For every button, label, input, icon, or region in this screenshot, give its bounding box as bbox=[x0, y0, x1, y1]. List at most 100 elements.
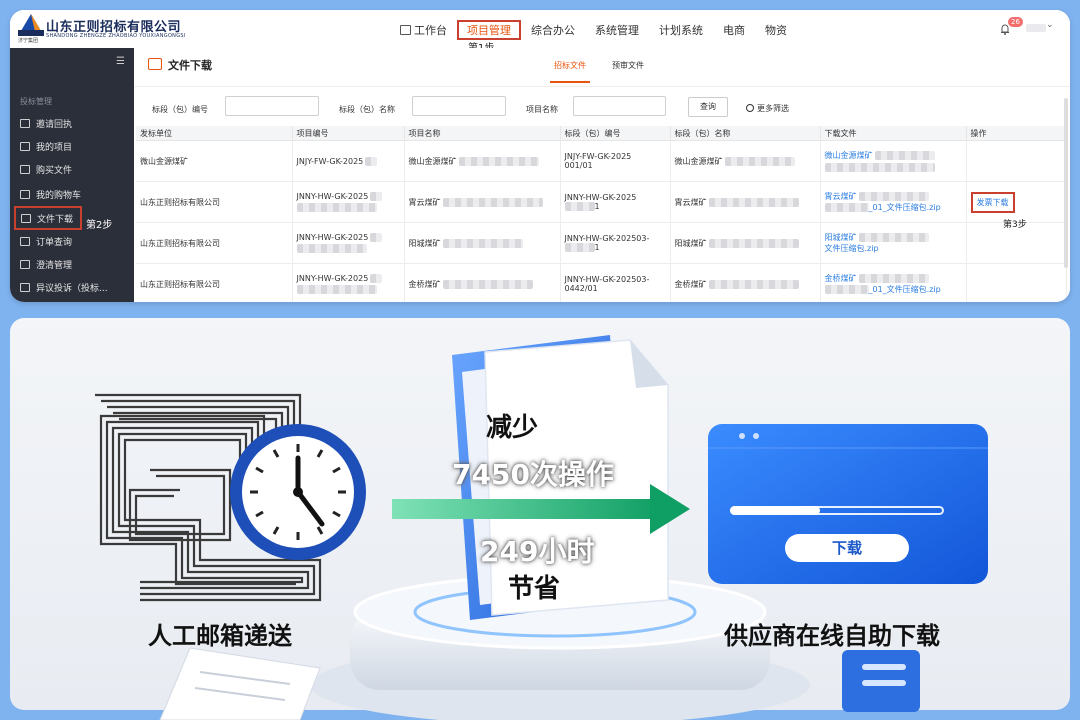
redacted-block bbox=[708, 197, 799, 207]
step2-annotation: 第2步 bbox=[86, 220, 113, 231]
section-name-input[interactable] bbox=[412, 96, 506, 116]
project-name-label: 项目名称 bbox=[526, 105, 558, 114]
cell-project-no: JNJY-FW-GK-2025 bbox=[292, 140, 405, 182]
file-link[interactable]: _01_文件压缩包.zip bbox=[869, 285, 941, 294]
cell-file: 阳城煤矿文件压缩包.zip bbox=[820, 222, 967, 264]
cart-icon bbox=[20, 189, 30, 199]
sidebar-item-label: 邀请回执 bbox=[36, 119, 73, 130]
tab-tender-files[interactable]: 招标文件 bbox=[550, 60, 590, 83]
sidebar-item-my-projects[interactable]: 我的项目 bbox=[20, 137, 130, 155]
cell-section-name: 金桥煤矿 bbox=[670, 263, 821, 302]
tab-prequal-files[interactable]: 预审文件 bbox=[612, 60, 644, 71]
cell-project-no: JNNY-HW-GK-2025 bbox=[292, 263, 405, 302]
home-icon bbox=[21, 213, 31, 223]
file-link[interactable]: 霄云煤矿 bbox=[825, 192, 857, 201]
nav-plan[interactable]: 计划系统 bbox=[649, 20, 713, 40]
redacted-block bbox=[824, 163, 935, 172]
sidebar-item-file-download[interactable]: 文件下载 bbox=[14, 206, 82, 230]
nav-ecommerce[interactable]: 电商 bbox=[713, 20, 755, 40]
nav-office[interactable]: 综合办公 bbox=[521, 20, 585, 40]
redacted-block bbox=[824, 203, 869, 212]
file-link[interactable]: 阳城煤矿 bbox=[825, 233, 857, 242]
project-name-input[interactable] bbox=[573, 96, 666, 116]
sidebar-item-buy-files[interactable]: 购买文件 bbox=[20, 160, 130, 178]
column-header: 操作 bbox=[966, 126, 1067, 141]
nav-system[interactable]: 系统管理 bbox=[585, 20, 649, 40]
redacted-block bbox=[858, 274, 929, 283]
column-header: 标段（包）编号 bbox=[560, 126, 671, 141]
sidebar-item-cart[interactable]: 我的购物车 bbox=[20, 185, 130, 203]
nav-label: 综合办公 bbox=[531, 24, 575, 37]
redacted-block bbox=[442, 238, 523, 248]
redacted-block bbox=[564, 202, 595, 211]
redacted-block bbox=[858, 233, 929, 242]
user-name-redacted[interactable] bbox=[1026, 24, 1046, 32]
sidebar-item-order-query[interactable]: 订单查询 bbox=[20, 232, 130, 250]
cell-text: 阳城煤矿 bbox=[408, 238, 441, 248]
reduce-label: 减少 bbox=[486, 413, 539, 443]
step3-annotation: 第3步 bbox=[1003, 220, 1027, 230]
sidebar-item-objection[interactable]: 异议投诉（投标... bbox=[20, 278, 130, 296]
section-no-label: 标段（包）编号 bbox=[152, 105, 208, 114]
scrollbar[interactable] bbox=[1064, 98, 1068, 268]
search-icon bbox=[746, 104, 754, 112]
cell-section-no: JNJY-FW-GK-2025 001/01 bbox=[560, 140, 671, 182]
nav-project-management[interactable]: 项目管理 bbox=[457, 20, 521, 40]
cell-project-name: 微山金源煤矿 bbox=[404, 140, 561, 182]
file-link[interactable]: 文件压缩包.zip bbox=[825, 244, 879, 253]
cell-text: 霄云煤矿 bbox=[408, 197, 441, 207]
nav-workbench[interactable]: 工作台 bbox=[390, 20, 457, 40]
sidebar-item-label: 购买文件 bbox=[36, 165, 73, 176]
list-icon bbox=[20, 259, 30, 269]
file-link[interactable]: _01_文件压缩包.zip bbox=[869, 203, 941, 212]
nav-label: 电商 bbox=[723, 24, 745, 37]
download-page-icon bbox=[148, 58, 162, 70]
section-name-label: 标段（包）名称 bbox=[339, 105, 395, 114]
file-link[interactable]: 金桥煤矿 bbox=[825, 274, 857, 283]
menu-collapse-icon[interactable]: ☰ bbox=[116, 56, 125, 67]
column-header: 项目编号 bbox=[292, 126, 405, 141]
table-row: 山东正则招标有限公司 JNNY-HW-GK-2025 霄云煤矿 JNNY-HW-… bbox=[136, 181, 1067, 223]
more-filter-label: 更多筛选 bbox=[757, 104, 789, 113]
redacted-block bbox=[296, 203, 377, 212]
cell-section-name: 阳城煤矿 bbox=[670, 222, 821, 264]
redacted-block bbox=[708, 279, 799, 289]
redacted-block bbox=[296, 244, 367, 253]
redacted-block bbox=[442, 279, 533, 289]
table-row: 微山金源煤矿 JNJY-FW-GK-2025 微山金源煤矿 JNJY-FW-GK… bbox=[136, 140, 1067, 182]
chevron-down-icon[interactable]: ⌄ bbox=[1046, 20, 1054, 30]
cell-text: 山东正则招标有限公司 bbox=[140, 279, 220, 289]
redacted-block bbox=[370, 233, 383, 242]
query-button[interactable]: 查询 bbox=[688, 97, 728, 117]
section-no-input[interactable] bbox=[225, 96, 319, 116]
sidebar-item-label: 文件下载 bbox=[37, 214, 74, 225]
table-row: 山东正则招标有限公司 JNNY-HW-GK-2025 阳城煤矿 JNNY-HW-… bbox=[136, 222, 1067, 264]
invoice-download-button[interactable]: 发票下载 bbox=[970, 191, 1015, 213]
cell-text: 0442/01 bbox=[564, 284, 598, 293]
main-content: 文件下载 招标文件 预审文件 标段（包）编号 标段（包）名称 项目名称 查询 更… bbox=[134, 48, 1070, 302]
redacted-block bbox=[370, 192, 383, 201]
app-screenshot: 济宁集团 山东正则招标有限公司 SHANDONG ZHENGZE ZHAOBIA… bbox=[10, 10, 1070, 302]
file-link[interactable]: 微山金源煤矿 bbox=[825, 151, 873, 160]
sidebar-item-label: 异议投诉（投标... bbox=[36, 283, 108, 294]
cell-project-name: 金桥煤矿 bbox=[404, 263, 561, 302]
sidebar-item-clarification[interactable]: 澄清管理 bbox=[20, 255, 130, 273]
cell-text: JNNY-HW-GK-202503- bbox=[564, 234, 650, 243]
nav-materials[interactable]: 物资 bbox=[755, 20, 797, 40]
redacted-block bbox=[365, 156, 378, 166]
download-button[interactable]: 下载 bbox=[785, 534, 909, 562]
sidebar-item-label: 订单查询 bbox=[36, 237, 73, 248]
column-header: 标段（包）名称 bbox=[670, 126, 821, 141]
operations-count: 7450次操作 bbox=[452, 458, 614, 491]
redacted-block bbox=[708, 238, 799, 248]
sidebar-item-invitation[interactable]: 邀请回执 bbox=[20, 114, 130, 132]
cell-section-name: 微山金源煤矿 bbox=[670, 140, 821, 182]
more-filter-link[interactable]: 更多筛选 bbox=[746, 103, 789, 114]
redacted-block bbox=[824, 285, 869, 294]
sidebar-item-label: 我的购物车 bbox=[36, 190, 82, 201]
cell-text: 1 bbox=[594, 202, 600, 211]
cell-text: JNNY-HW-GK-2025 bbox=[296, 233, 369, 242]
redacted-block bbox=[370, 274, 383, 283]
cell-action bbox=[966, 263, 1067, 302]
nav-label: 项目管理 bbox=[467, 24, 511, 37]
